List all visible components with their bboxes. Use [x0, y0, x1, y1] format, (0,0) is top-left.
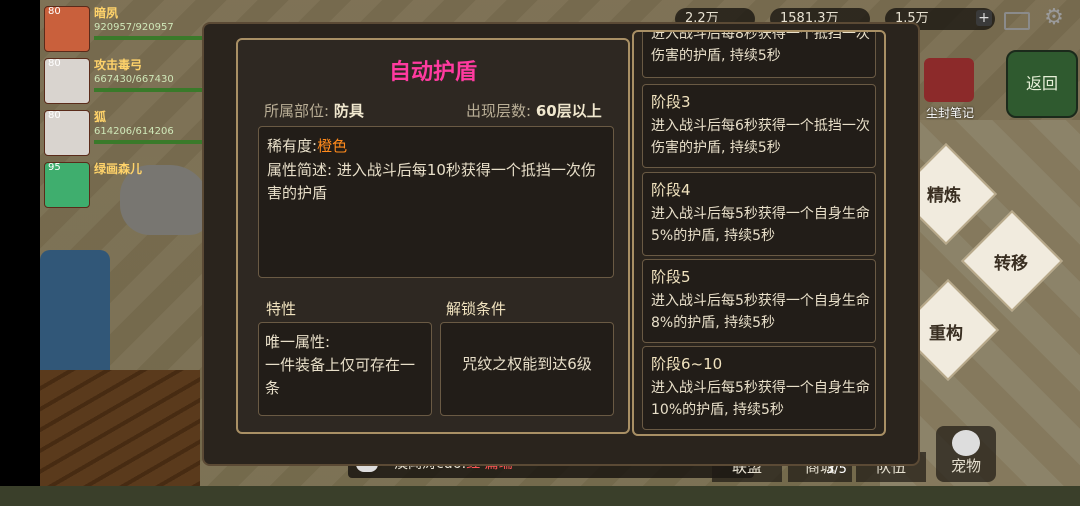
stage-text: 进入战斗后每5秒获得一个自身生命10%的护盾, 持续5秒 — [651, 380, 870, 418]
notes-book-icon[interactable] — [924, 58, 974, 102]
member-hp: 920957/920957 — [94, 22, 174, 33]
hp-bar — [94, 140, 214, 144]
member-hp: 667430/667430 — [94, 74, 174, 85]
unlock-box: 咒纹之权能到达6级 — [440, 322, 614, 416]
back-button[interactable]: 返回 — [1006, 50, 1078, 118]
stage-title: 阶段3 — [651, 93, 691, 111]
member-level: 80 — [48, 6, 61, 17]
stages-panel[interactable]: 进入战斗后每8秒获得一个抵挡一次伤害的护盾, 持续5秒 阶段3 进入战斗后每6秒… — [632, 30, 886, 436]
rarity-label: 稀有度: — [267, 137, 318, 155]
item-floor: 出现层数: 60层以上 — [466, 100, 602, 121]
member-level: 80 — [48, 58, 61, 69]
stage-text: 进入战斗后每8秒获得一个抵挡一次伤害的护盾, 持续5秒 — [651, 30, 870, 64]
trait-label: 特性 — [266, 300, 297, 318]
item-part: 所属部位: 防具 — [264, 100, 364, 121]
item-detail-panel: 自动护盾 所属部位: 防具 出现层数: 60层以上 稀有度:橙色 属性简述: 进… — [236, 38, 630, 434]
gear-icon[interactable]: ⚙ — [1042, 6, 1066, 30]
member-name: 攻击毒弓 — [94, 58, 143, 72]
trait-box: 唯一属性: 一件装备上仅可存在一条 — [258, 322, 432, 416]
rarity-value: 橙色 — [317, 137, 348, 155]
attribute-description: 属性简述: 进入战斗后每10秒获得一个抵挡一次伤害的护盾 — [267, 161, 596, 202]
stage-card: 进入战斗后每8秒获得一个抵挡一次伤害的护盾, 持续5秒 — [642, 30, 876, 78]
description-box: 稀有度:橙色 属性简述: 进入战斗后每10秒获得一个抵挡一次伤害的护盾 — [258, 126, 614, 278]
member-name: 绿画森儿 — [94, 162, 143, 176]
hp-bar — [94, 88, 214, 92]
nav-schedule[interactable] — [1008, 426, 1068, 482]
stage-card: 阶段6~10 进入战斗后每5秒获得一个自身生命10%的护盾, 持续5秒 — [642, 346, 876, 430]
trait-text: 唯一属性: 一件装备上仅可存在一条 — [265, 333, 416, 397]
stage-card: 阶段3 进入战斗后每6秒获得一个抵挡一次伤害的护盾, 持续5秒 — [642, 84, 876, 168]
letterbox-bar — [0, 0, 40, 486]
stage-text: 进入战斗后每5秒获得一个自身生命5%的护盾, 持续5秒 — [651, 206, 870, 244]
plus-icon[interactable]: + — [976, 10, 992, 26]
member-hp: 614206/614206 — [94, 126, 174, 137]
stage-card: 阶段4 进入战斗后每5秒获得一个自身生命5%的护盾, 持续5秒 — [642, 172, 876, 256]
paw-icon — [952, 430, 980, 456]
part-label: 所属部位: — [264, 102, 330, 120]
item-title: 自动护盾 — [388, 60, 477, 85]
stage-title: 阶段4 — [651, 181, 691, 199]
stage-title: 阶段5 — [651, 268, 691, 286]
part-value: 防具 — [333, 102, 364, 120]
stage-text: 进入战斗后每5秒获得一个自身生命8%的护盾, 持续5秒 — [651, 293, 870, 331]
floor-label: 出现层数: — [466, 102, 532, 120]
hp-bar — [94, 36, 214, 40]
member-level: 80 — [48, 110, 61, 121]
member-name: 狐 — [94, 110, 107, 124]
member-name: 暗夙 — [94, 6, 119, 20]
stage-title: 阶段6~10 — [651, 355, 723, 373]
transfer-label[interactable]: 转移 — [971, 249, 1051, 274]
member-level: 95 — [48, 162, 61, 173]
stage-card: 阶段5 进入战斗后每5秒获得一个自身生命8%的护盾, 持续5秒 — [642, 259, 876, 343]
unlock-label: 解锁条件 — [446, 300, 507, 318]
floor-value: 60层以上 — [535, 102, 602, 120]
unlock-text: 咒纹之权能到达6级 — [462, 355, 592, 373]
mail-icon[interactable] — [1004, 12, 1030, 30]
stage-text: 进入战斗后每6秒获得一个抵挡一次伤害的护盾, 持续5秒 — [651, 118, 870, 156]
notes-label[interactable]: 尘封笔记 — [917, 104, 983, 121]
rarity: 稀有度:橙色 — [267, 135, 347, 156]
